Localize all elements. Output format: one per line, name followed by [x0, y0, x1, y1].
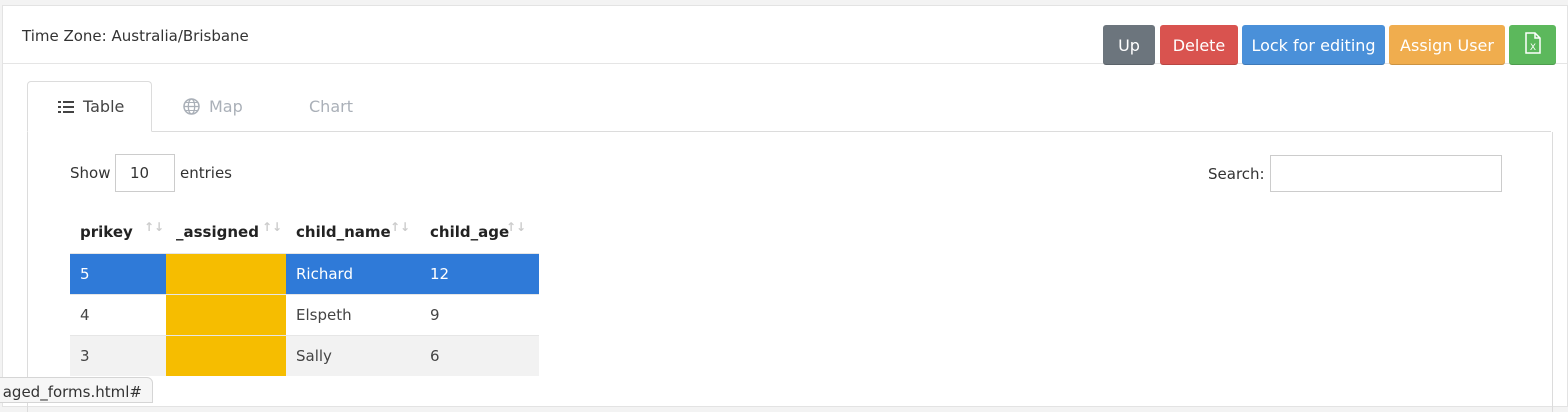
status-bar-url: aged_forms.html#: [0, 377, 153, 403]
svg-text:X: X: [1529, 43, 1535, 53]
column-header-label: child_name: [296, 223, 391, 242]
cell-assigned: [166, 334, 286, 376]
delete-button[interactable]: Delete: [1160, 25, 1238, 65]
list-icon: [58, 100, 74, 114]
excel-icon: X: [1524, 32, 1541, 58]
search-label: Search:: [1208, 165, 1265, 183]
cell-assigned: [166, 293, 286, 335]
cell-prikey: 4: [70, 293, 166, 335]
cell-child-age: 9: [420, 293, 539, 335]
entries-label: entries: [180, 164, 232, 182]
column-header-prikey[interactable]: prikey ↑↓: [70, 212, 166, 253]
cell-prikey: 3: [70, 334, 166, 376]
table-view: Show entries Search: prikey ↑↓ _assigned…: [27, 132, 1553, 412]
cell-prikey: 5: [70, 252, 166, 294]
table-header-row: prikey ↑↓ _assigned ↑↓ child_name ↑↓ chi…: [70, 212, 539, 253]
sort-icon: ↑↓: [262, 220, 283, 234]
cell-child-age: 6: [420, 334, 539, 376]
column-header-child-name[interactable]: child_name ↑↓: [286, 212, 420, 253]
sort-icon: ↑↓: [390, 220, 411, 234]
table-row[interactable]: 5 Richard 12: [70, 252, 539, 294]
column-header-label: child_age: [430, 223, 510, 242]
tab-map[interactable]: Map: [181, 81, 291, 131]
cell-child-name: Elspeth: [286, 293, 420, 335]
column-header-label: _assigned: [176, 223, 259, 242]
show-label: Show: [70, 164, 111, 182]
table-row[interactable]: 4 Elspeth 9: [70, 293, 539, 335]
cell-child-name: Richard: [286, 252, 420, 294]
tab-chart[interactable]: Chart: [309, 81, 389, 131]
sort-icon: ↑↓: [144, 220, 165, 234]
cell-assigned: [166, 252, 286, 294]
timezone-label: Time Zone: Australia/Brisbane: [22, 27, 249, 45]
sort-icon: ↑↓: [506, 220, 527, 234]
assign-user-button[interactable]: Assign User: [1389, 25, 1505, 65]
up-button[interactable]: Up: [1103, 25, 1155, 65]
column-header-label: prikey: [80, 223, 133, 242]
page-size-select[interactable]: [115, 154, 175, 192]
column-header-assigned[interactable]: _assigned ↑↓: [166, 212, 286, 253]
cell-child-name: Sally: [286, 334, 420, 376]
tab-chart-label: Chart: [309, 96, 353, 116]
lock-for-editing-button[interactable]: Lock for editing: [1242, 25, 1385, 65]
search-input[interactable]: [1270, 155, 1502, 192]
view-tabs: Table Map Chart: [27, 81, 1551, 132]
main-panel: Time Zone: Australia/Brisbane Up Delete …: [2, 5, 1568, 412]
tab-table-label: Table: [83, 97, 125, 116]
cell-child-age: 12: [420, 252, 539, 294]
globe-icon: [183, 97, 200, 115]
export-excel-button[interactable]: X: [1509, 25, 1556, 65]
tab-table[interactable]: Table: [27, 81, 152, 132]
column-header-child-age[interactable]: child_age ↑↓: [420, 212, 539, 253]
tab-map-label: Map: [209, 96, 243, 116]
table-row[interactable]: 3 Sally 6: [70, 334, 539, 376]
data-table: prikey ↑↓ _assigned ↑↓ child_name ↑↓ chi…: [70, 212, 539, 376]
